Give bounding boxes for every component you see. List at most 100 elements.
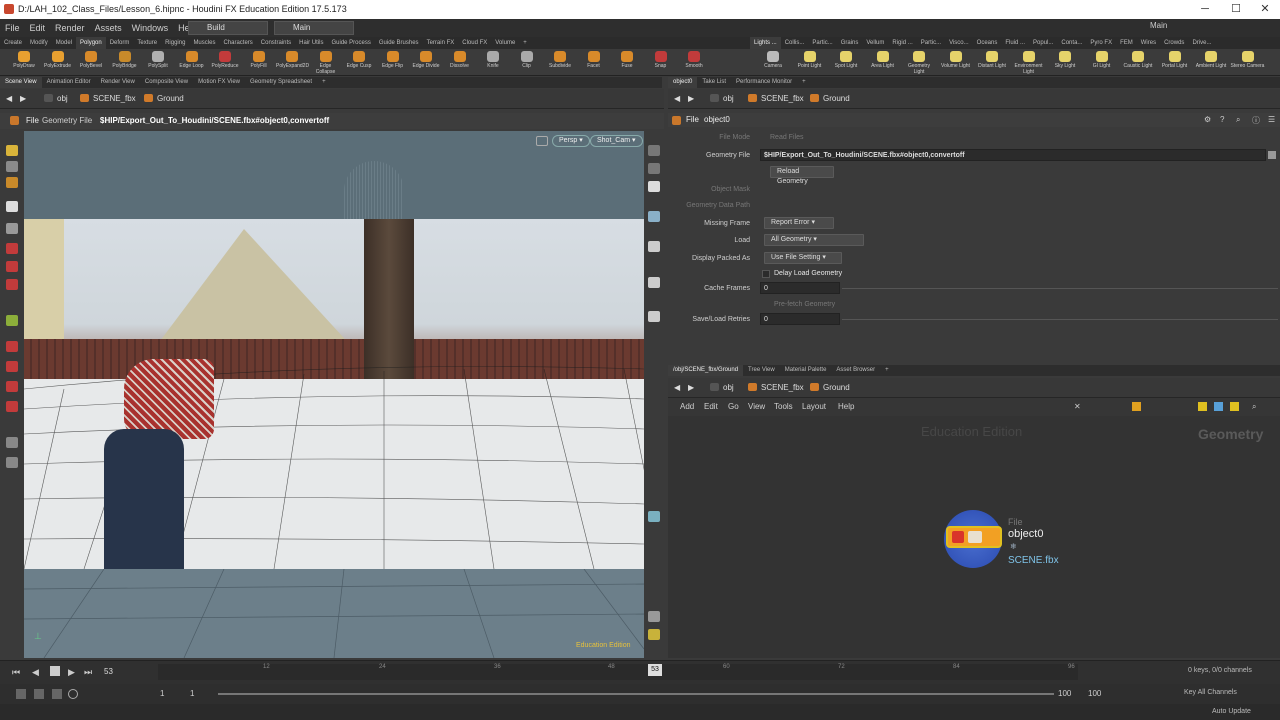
shelf-tab-volume[interactable]: Volume — [491, 37, 519, 49]
shelf-tool[interactable]: Edge Loop — [176, 49, 208, 76]
cache-frames-field[interactable]: 0 — [760, 282, 840, 294]
delay-load-checkbox[interactable] — [762, 270, 770, 278]
points-select-icon[interactable] — [6, 243, 18, 254]
shelf-tool[interactable]: Edge Cusp — [343, 49, 375, 76]
tab-performance-monitor[interactable]: Performance Monitor — [731, 77, 797, 88]
shelf-tab-right[interactable]: Pyro FX — [1086, 37, 1116, 49]
shelf-tab-constraints[interactable]: Constraints — [257, 37, 295, 49]
shelf-tab-right[interactable]: Partic... — [917, 37, 945, 49]
path-ground[interactable]: Ground — [144, 94, 184, 103]
shelf-tab-right[interactable]: Crowds — [1160, 37, 1188, 49]
shelf-tool[interactable]: PolyBridge — [109, 49, 141, 76]
info-icon[interactable] — [648, 611, 660, 622]
net-menu-layout[interactable]: Layout — [802, 402, 826, 411]
add-pane-tab-icon[interactable]: + — [880, 365, 894, 376]
shelf-tool[interactable]: Edge Collapse — [310, 49, 342, 76]
file-mode-value[interactable]: Read Files — [770, 134, 803, 141]
auto-update-button[interactable]: Auto Update — [1212, 708, 1251, 715]
magnet-icon[interactable] — [6, 361, 18, 372]
wrench-icon[interactable]: ✕ — [1074, 402, 1081, 411]
tab-parameters-object0[interactable]: object0 — [668, 77, 698, 88]
pointer-icon[interactable] — [6, 201, 18, 212]
snap-grid-icon[interactable] — [6, 315, 18, 326]
shelf-tool[interactable]: PolyExtrude — [42, 49, 74, 76]
tab-animation-editor[interactable]: Animation Editor — [42, 77, 96, 88]
net-menu-add[interactable]: Add — [680, 402, 694, 411]
key-all-channels-button[interactable]: Key All Channels — [1184, 689, 1237, 696]
shelf-tool[interactable]: GI Light — [1085, 49, 1119, 76]
shelf-tab-right[interactable]: FEM — [1116, 37, 1137, 49]
shelf-tool[interactable]: Sky Light — [1048, 49, 1082, 76]
menu-icon[interactable]: ☰ — [1268, 115, 1275, 124]
range-start-field[interactable]: 1 — [160, 689, 164, 698]
shelf-tool[interactable]: Camera — [756, 49, 790, 76]
shelf-tool[interactable]: Subdivide — [544, 49, 576, 76]
info-icon[interactable]: ⓘ — [1252, 115, 1260, 126]
range-slider[interactable] — [218, 693, 1054, 695]
template-display-icon[interactable] — [648, 311, 660, 322]
normals-display-icon[interactable] — [648, 277, 660, 288]
shaded-icon[interactable] — [648, 181, 660, 192]
back-arrow-icon[interactable]: ◀ — [674, 383, 680, 392]
select-tool-icon[interactable] — [6, 145, 18, 156]
path-ground[interactable]: Ground — [810, 94, 850, 103]
shelf-tool[interactable]: Smooth — [678, 49, 710, 76]
persp-menu-button[interactable]: Persp ▾ — [552, 135, 590, 147]
net-menu-help[interactable]: Help — [838, 402, 854, 411]
current-frame-field[interactable]: 53 — [104, 667, 113, 676]
forward-arrow-icon[interactable]: ▶ — [688, 383, 694, 392]
stop-icon[interactable] — [50, 666, 60, 676]
shelf-tab-right[interactable]: Conta... — [1057, 37, 1086, 49]
file-node-object0[interactable] — [946, 526, 1002, 548]
range-start-field-2[interactable]: 1 — [190, 689, 194, 698]
color-palette-icon[interactable] — [1230, 402, 1239, 411]
sticky-note-icon[interactable] — [1198, 402, 1207, 411]
range-end-field-2[interactable]: 100 — [1088, 689, 1101, 698]
menu-windows[interactable]: Windows — [127, 19, 174, 37]
shelf-tool[interactable]: Portal Light — [1158, 49, 1192, 76]
magnet-icon[interactable] — [6, 401, 18, 412]
network-box-icon[interactable] — [1214, 402, 1223, 411]
minimize-button[interactable]: ─ — [1190, 0, 1220, 19]
back-arrow-icon[interactable]: ◀ — [674, 94, 680, 103]
right-desktop-label[interactable]: Main — [1150, 21, 1167, 30]
add-pane-tab-icon[interactable]: + — [797, 77, 811, 88]
shelf-tab-muscles[interactable]: Muscles — [189, 37, 219, 49]
back-arrow-icon[interactable]: ◀ — [6, 94, 12, 103]
shelf-tool[interactable]: Environment Light — [1012, 49, 1046, 76]
gear-icon[interactable]: ⚙ — [1204, 115, 1211, 124]
magnet-icon[interactable] — [6, 381, 18, 392]
network-editor[interactable]: Education Edition Geometry File object0 … — [668, 416, 1280, 658]
close-button[interactable]: ✕ — [1250, 0, 1280, 19]
shelf-tool[interactable]: Dissolve — [444, 49, 476, 76]
shelf-tab-right[interactable]: Fluid ... — [1001, 37, 1029, 49]
background-image-icon[interactable] — [648, 511, 660, 522]
lock-camera-icon[interactable] — [536, 136, 548, 146]
net-menu-go[interactable]: Go — [728, 402, 739, 411]
shelf-tool[interactable]: Spot Light — [829, 49, 863, 76]
jump-start-icon[interactable]: ⏮ — [12, 667, 20, 678]
forward-arrow-icon[interactable]: ▶ — [20, 94, 26, 103]
audio-icon[interactable] — [34, 689, 44, 699]
shelf-tool[interactable]: Ambient Light — [1194, 49, 1228, 76]
tab-asset-browser[interactable]: Asset Browser — [831, 365, 880, 376]
faces-select-icon[interactable] — [6, 279, 18, 290]
shelf-tool[interactable]: PolyExpand2D — [276, 49, 309, 76]
points-display-icon[interactable] — [648, 241, 660, 252]
retries-field[interactable]: 0 — [760, 313, 840, 325]
tab-scene-view[interactable]: Scene View — [0, 77, 42, 88]
tab-tree-view[interactable]: Tree View — [743, 365, 780, 376]
shelf-tab-terrain-fx[interactable]: Terrain FX — [423, 37, 459, 49]
view-tool-icon[interactable] — [6, 437, 18, 448]
tab-material-palette[interactable]: Material Palette — [780, 365, 832, 376]
search-icon[interactable]: ⌕ — [1236, 115, 1240, 125]
node-bypass-flag[interactable] — [952, 531, 964, 543]
grid-icon[interactable] — [648, 629, 660, 640]
shelf-tab-right[interactable]: Visco... — [945, 37, 973, 49]
shelf-tab-modify[interactable]: Modify — [26, 37, 52, 49]
shelf-tab-polygon[interactable]: Polygon — [76, 37, 106, 49]
shelf-tool[interactable]: Volume Light — [939, 49, 973, 76]
shelf-tool[interactable]: Area Light — [866, 49, 900, 76]
shelf-tool[interactable]: Distant Light — [975, 49, 1009, 76]
shelf-tool[interactable]: Knife — [477, 49, 509, 76]
